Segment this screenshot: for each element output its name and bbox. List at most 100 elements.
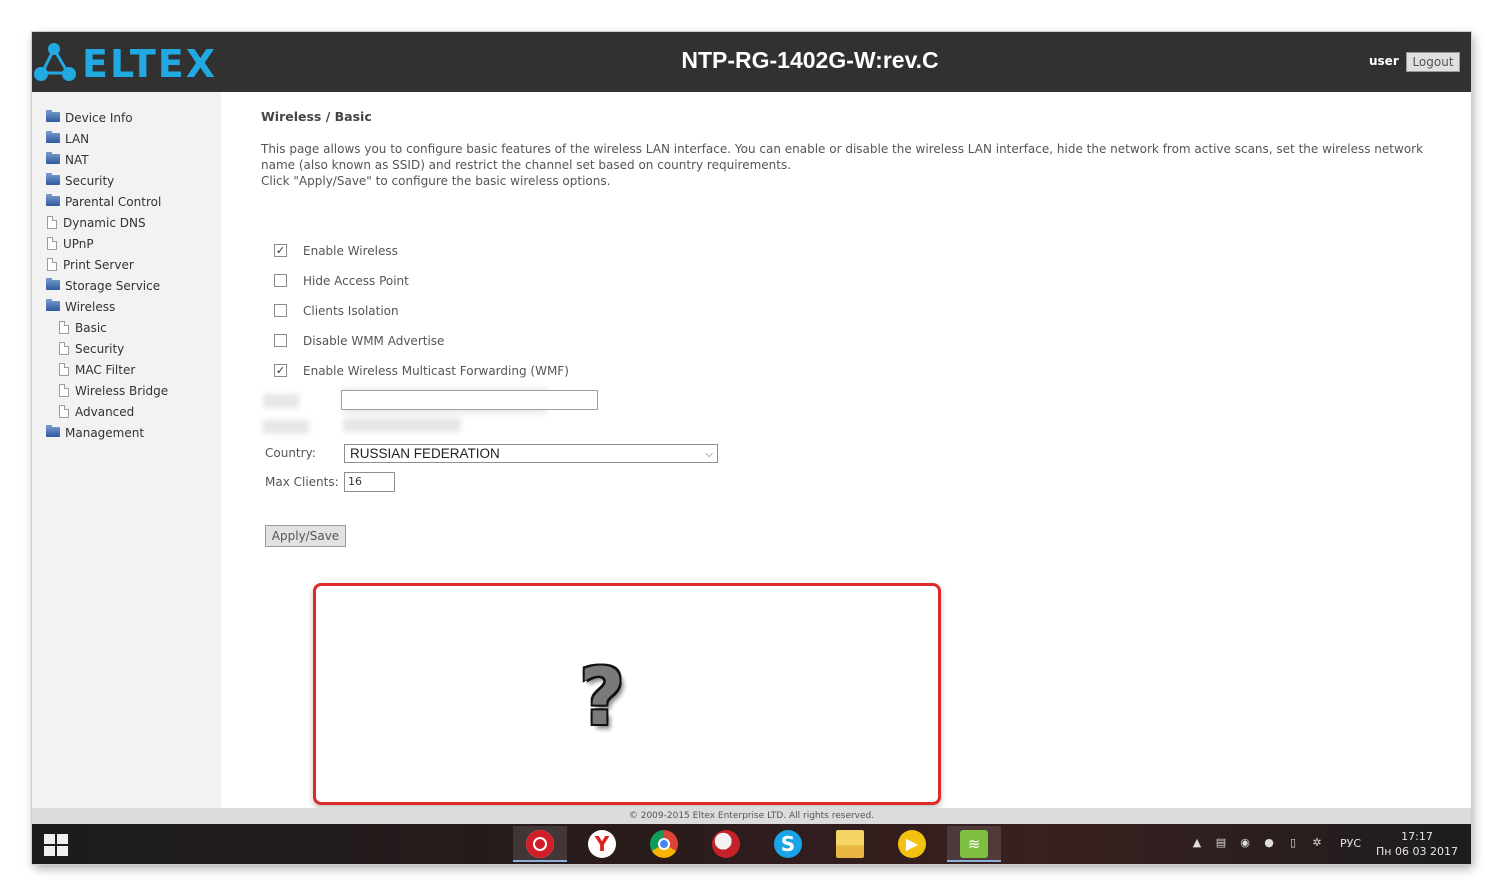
tray-time: 17:17 [1401, 830, 1433, 843]
header-bar: ELTEX NTP-RG-1402G-W:rev.C user Logout [32, 32, 1471, 92]
sidebar-item-wireless-bridge[interactable]: Wireless Bridge [59, 382, 168, 400]
apply-save-button[interactable]: Apply/Save [265, 525, 346, 547]
folder-open-icon [46, 299, 60, 311]
page-icon [59, 384, 69, 397]
page-icon [47, 258, 57, 271]
folder-icon [46, 110, 60, 122]
max-clients-label: Max Clients: [265, 475, 339, 489]
taskbar-comodo[interactable] [699, 826, 753, 862]
logout-button[interactable]: Logout [1406, 52, 1460, 72]
windows-start-icon[interactable] [44, 834, 68, 856]
main-content: Wireless / Basic This page allows you to… [261, 92, 1461, 808]
redacted-bssid-label [263, 420, 309, 434]
sidebar-item-label: Wireless [65, 300, 116, 314]
sidebar-item-wireless-security[interactable]: Security [59, 340, 124, 358]
country-label: Country: [265, 446, 316, 460]
ssid-input[interactable] [341, 390, 598, 410]
hide-access-point-checkbox[interactable] [274, 274, 287, 287]
sidebar-item-label: Device Info [65, 111, 133, 125]
sidebar-nav: Device Info LAN NAT Security Parental Co… [32, 92, 221, 808]
device-title: NTP-RG-1402G-W:rev.C [681, 47, 939, 73]
wifi-app-icon: ≋ [960, 830, 988, 858]
tray-search-icon[interactable]: ◉ [1238, 836, 1252, 850]
sidebar-item-label: NAT [65, 153, 89, 167]
taskbar-yandex[interactable]: Y [575, 826, 629, 862]
disable-wmm-checkbox[interactable] [274, 334, 287, 347]
sidebar-item-label: MAC Filter [75, 363, 136, 377]
tray-device-icon[interactable]: ▯ [1286, 836, 1300, 850]
sidebar-item-parental-control[interactable]: Parental Control [46, 193, 161, 211]
redacted-ssid-label [263, 394, 299, 408]
sidebar-item-device-info[interactable]: Device Info [46, 109, 133, 127]
page-title: Wireless / Basic [261, 109, 372, 124]
wmf-checkbox[interactable]: ✓ [274, 364, 287, 377]
sidebar-item-label: Security [65, 174, 115, 188]
folder-icon [46, 131, 60, 143]
media-player-icon: ▶ [898, 830, 926, 858]
taskbar-chrome[interactable] [637, 826, 691, 862]
sidebar-item-upnp[interactable]: UPnP [47, 235, 94, 253]
sidebar-item-security[interactable]: Security [46, 172, 114, 190]
sidebar-item-label: Dynamic DNS [63, 216, 146, 230]
tray-sync-icon[interactable]: ✲ [1310, 836, 1324, 850]
sidebar-item-nat[interactable]: NAT [46, 151, 89, 169]
tray-language[interactable]: РУС [1340, 837, 1361, 850]
question-mark-icon: ? [579, 653, 625, 743]
page-icon [59, 405, 69, 418]
sidebar-item-advanced[interactable]: Advanced [59, 403, 134, 421]
tray-clock[interactable]: 17:17 Пн 06 03 2017 [1372, 829, 1462, 859]
sidebar-item-wireless-basic[interactable]: Basic [59, 319, 107, 337]
highlighted-unknown-area: ? [313, 583, 941, 805]
description-text: This page allows you to configure basic … [261, 142, 1424, 172]
sidebar-item-mac-filter[interactable]: MAC Filter [59, 361, 135, 379]
sidebar-item-label: Basic [75, 321, 107, 335]
taskbar-file-explorer[interactable] [823, 826, 877, 862]
windows-taskbar: Y S ▶ ≋ ▲ ▤ ◉ ● ▯ ✲ РУС 17:17 Пн 06 03 2… [32, 824, 1471, 864]
country-select[interactable]: RUSSIAN FEDERATION ⌵ [344, 444, 718, 463]
sidebar-item-label: Security [75, 342, 125, 356]
taskbar-opera[interactable] [513, 826, 567, 862]
folder-icon [46, 425, 60, 437]
logo-text: ELTEX [82, 42, 218, 86]
clients-isolation-checkbox[interactable] [274, 304, 287, 317]
country-selected-value: RUSSIAN FEDERATION [350, 446, 500, 461]
checkbox-label: Hide Access Point [303, 274, 409, 288]
tray-expand-icon[interactable]: ▲ [1190, 836, 1204, 850]
sidebar-item-label: UPnP [63, 237, 94, 251]
folder-icon [46, 278, 60, 290]
taskbar-wifi-app[interactable]: ≋ [947, 826, 1001, 862]
copyright-footer: © 2009-2015 Eltex Enterprise LTD. All ri… [32, 808, 1471, 824]
page-icon [59, 363, 69, 376]
yandex-icon: Y [588, 830, 616, 858]
tray-security-icon[interactable]: ● [1262, 836, 1276, 850]
sidebar-item-dynamic-dns[interactable]: Dynamic DNS [47, 214, 146, 232]
tray-date: Пн 06 03 2017 [1376, 845, 1458, 858]
taskbar-skype[interactable]: S [761, 826, 815, 862]
page-icon [47, 216, 57, 229]
page-icon [59, 321, 69, 334]
sidebar-item-management[interactable]: Management [46, 424, 144, 442]
description-instruction: Click "Apply/Save" to configure the basi… [261, 174, 611, 188]
skype-icon: S [774, 830, 802, 858]
taskbar-media-player[interactable]: ▶ [885, 826, 939, 862]
sidebar-item-label: Management [65, 426, 145, 440]
sidebar-item-wireless[interactable]: Wireless [46, 298, 115, 316]
chrome-icon [650, 830, 678, 858]
enable-wireless-checkbox[interactable]: ✓ [274, 244, 287, 257]
eltex-logo-icon [34, 43, 76, 81]
browser-window: ELTEX NTP-RG-1402G-W:rev.C user Logout D… [32, 32, 1471, 864]
max-clients-input[interactable]: 16 [344, 472, 395, 492]
sidebar-item-lan[interactable]: LAN [46, 130, 89, 148]
folder-icon [46, 194, 60, 206]
tray-network-icon[interactable]: ▤ [1214, 836, 1228, 850]
folder-icon [46, 173, 60, 185]
page-description: This page allows you to configure basic … [261, 141, 1431, 189]
sidebar-item-print-server[interactable]: Print Server [47, 256, 134, 274]
sidebar-item-label: Parental Control [65, 195, 162, 209]
checkbox-label: Clients Isolation [303, 304, 399, 318]
sidebar-item-label: Print Server [63, 258, 134, 272]
checkbox-label: Enable Wireless Multicast Forwarding (WM… [303, 364, 569, 378]
chevron-down-icon: ⌵ [705, 449, 713, 460]
user-label: user [1369, 54, 1399, 68]
sidebar-item-storage-service[interactable]: Storage Service [46, 277, 160, 295]
